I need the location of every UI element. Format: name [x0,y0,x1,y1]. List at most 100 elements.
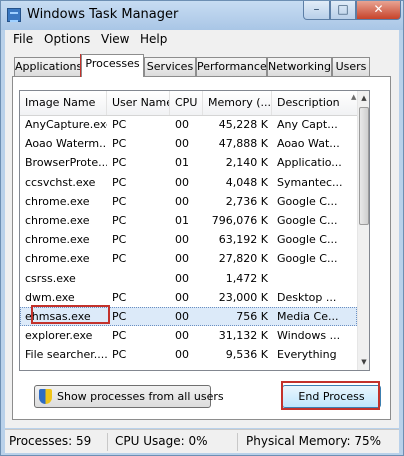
tab-networking[interactable]: Networking [267,57,332,76]
cell-image-name: firefox.exe [20,365,107,370]
cell-description: Google C... [277,194,338,208]
cell-memory: 47,888 K [218,137,268,151]
menu-options[interactable]: Options [44,32,90,46]
cell-memory: 9,536 K [225,348,268,362]
cell-description: Google C... [277,214,338,227]
tab-users[interactable]: Users [332,57,370,76]
minimize-button[interactable]: – [303,1,330,20]
cell-memory: 796,076 K [211,214,268,227]
cell-user-name: PC [107,365,170,370]
status-physical-memory: Physical Memory: 75% [246,434,382,448]
cell-user-name: PC [112,194,127,208]
menu-bar: File Options View Help [5,30,399,50]
end-process-button[interactable]: End Process [282,385,381,408]
cell-user-name: PC [112,175,127,189]
cell-memory: 23,000 K [218,290,268,304]
cell-cpu: 00 [175,118,189,131]
table-row[interactable]: chrome.exe PC 01 796,076 K Google C... [20,211,357,230]
table-row[interactable]: ccsvchst.exe PC 00 4,048 K Symantec... [20,173,357,192]
cell-description: Everything [277,348,337,362]
cell-user-name: PC [112,156,127,170]
cell-user-name: PC [112,290,127,304]
column-memory[interactable]: Memory (... [203,91,272,115]
status-divider [107,433,108,451]
tab-processes[interactable]: Processes [81,54,144,77]
column-image-name[interactable]: Image Name [20,91,107,115]
cell-memory: 2,736 K [225,194,268,208]
cell-description: Firefox [272,365,357,370]
tab-performance[interactable]: Performance [196,57,267,76]
status-divider [237,433,238,451]
column-cpu[interactable]: CPU [170,91,203,115]
cell-description [272,269,357,288]
table-row[interactable]: AnyCapture.exe PC 00 45,228 K Any Capt... [20,115,357,134]
cell-user-name: PC [112,118,127,131]
tab-applications[interactable]: Applications [14,57,82,76]
process-list[interactable]: Image Name User Name CPU Memory (... Des… [19,90,370,371]
title-bar[interactable]: Windows Task Manager – □ ✕ [1,1,403,30]
cell-description: Desktop ... [277,290,337,304]
menu-file[interactable]: File [13,32,33,46]
vertical-scrollbar[interactable]: ▲ ▼ [357,91,369,370]
cell-cpu: 01 [175,214,189,227]
cell-description: Media Ce... [277,310,339,323]
close-button[interactable]: ✕ [356,1,401,20]
cell-cpu: 00 [175,348,189,362]
table-row[interactable]: Aoao Waterm... PC 00 47,888 K Aoao Wat... [20,134,357,153]
uac-shield-icon [39,389,52,404]
cell-description: Aoao Wat... [277,137,340,151]
column-user-name[interactable]: User Name [107,91,170,115]
cell-image-name: ehmsas.exe [25,310,91,323]
cell-description: Google C... [277,233,338,247]
cell-image-name: explorer.exe [25,329,93,343]
cell-memory: 2,140 K [225,156,268,170]
table-row[interactable]: chrome.exe PC 00 27,820 K Google C... [20,249,357,268]
cell-image-name: chrome.exe [25,194,90,208]
cell-memory: 4,048 K [225,175,268,189]
table-row[interactable]: csrss.exe 00 1,472 K [20,269,357,288]
cell-cpu: 00 [175,137,189,151]
cell-user-name: PC [112,329,127,343]
cell-memory: 45,228 K [218,118,268,131]
table-row[interactable]: File searcher.... PC 00 9,536 K Everything [20,345,357,364]
scroll-down-icon[interactable]: ▼ [358,355,369,370]
table-row[interactable]: explorer.exe PC 00 31,132 K Windows ... [20,326,357,345]
show-all-processes-button[interactable]: Show processes from all users [34,385,224,408]
sort-ascending-icon: ▲ [351,93,357,101]
cell-image-name: File searcher.... [25,348,107,362]
cell-cpu: 00 [175,252,189,266]
cell-memory: 31,132 K [218,329,268,343]
cell-image-name: csrss.exe [25,271,76,285]
cell-cpu: 00 [170,365,203,370]
window-title: Windows Task Manager [27,7,179,22]
status-bar: Processes: 59 CPU Usage: 0% Physical Mem… [5,429,399,453]
cell-memory: 63,192 K [218,233,268,247]
cell-image-name: AnyCapture.exe [25,118,107,131]
cell-description: Symantec... [277,175,343,189]
main-body: Applications Processes Services Performa… [5,50,399,428]
cell-cpu: 00 [175,290,189,304]
cell-cpu: 00 [175,175,189,189]
cell-description: Google C... [277,252,338,266]
table-row[interactable]: chrome.exe PC 00 2,736 K Google C... [20,192,357,211]
table-row[interactable]: BrowserProte... PC 01 2,140 K Applicatio... [20,153,357,172]
cell-user-name: PC [112,348,127,362]
tab-services[interactable]: Services [144,57,196,76]
cell-description: Applicatio... [277,156,342,170]
table-row[interactable]: chrome.exe PC 00 63,192 K Google C... [20,230,357,249]
menu-view[interactable]: View [101,32,129,46]
cell-cpu: 00 [175,310,189,323]
table-row[interactable]: ehmsas.exe PC 00 756 K Media Ce... [20,307,357,326]
cell-user-name [107,269,170,288]
show-all-label: Show processes from all users [57,390,224,403]
cell-user-name: PC [112,137,127,151]
menu-help[interactable]: Help [140,32,167,46]
scrollbar-thumb[interactable] [359,107,369,225]
scroll-up-icon[interactable]: ▲ [358,91,369,106]
column-description[interactable]: Description [272,91,357,115]
table-row[interactable]: dwm.exe PC 00 23,000 K Desktop ... [20,288,357,307]
table-row[interactable]: firefox.exePC00533,484 KFirefox [20,365,357,370]
status-processes: Processes: 59 [9,434,92,448]
maximize-button[interactable]: □ [330,1,356,20]
cell-cpu: 01 [175,156,189,170]
